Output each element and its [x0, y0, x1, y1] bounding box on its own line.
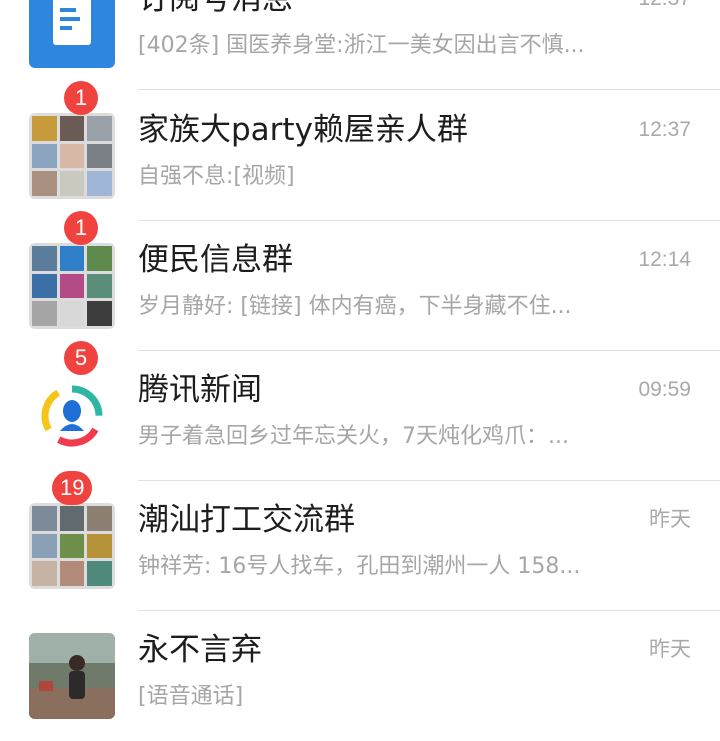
chat-title: 腾讯新闻: [138, 372, 262, 408]
document-icon: [53, 0, 91, 45]
chat-preview: [402条] 国医养身堂:浙江一美女因出言不慎...: [138, 33, 585, 58]
chat-time: 09:59: [638, 378, 691, 401]
divider: [138, 89, 720, 90]
chat-item-never-give-up[interactable]: 永不言弃 [语音通话] 昨天: [0, 611, 720, 741]
chat-item-tencent-news[interactable]: 5 腾讯新闻 男子着急回乡过年忘关火，7天炖化鸡爪：... 09:59: [0, 341, 720, 481]
chat-preview: 自强不息:[视频]: [138, 164, 295, 189]
chat-title: 便民信息群: [138, 242, 293, 278]
chat-time: 12:37: [638, 0, 691, 14]
chat-item-family-group[interactable]: 1 家族大party赖屋亲人群 自强不息:[视频] 12:37: [0, 81, 720, 221]
chat-title: 家族大party赖屋亲人群: [138, 112, 468, 148]
person-photo-icon: [29, 633, 115, 719]
chat-title: 永不言弃: [138, 632, 262, 668]
group-avatar: [29, 113, 115, 199]
chat-item-community-info-group[interactable]: 1 便民信息群 岁月静好: [链接] 体内有癌，下半身藏不住... 12:14: [0, 211, 720, 351]
unread-badge: 19: [52, 471, 93, 505]
chat-list: 订阅号消息 [402条] 国医养身堂:浙江一美女因出言不慎... 12:37 1…: [0, 0, 720, 720]
chat-preview: 岁月静好: [链接] 体内有癌，下半身藏不住...: [138, 294, 572, 319]
chat-title: 潮汕打工交流群: [138, 502, 355, 538]
chat-item-subscriptions[interactable]: 订阅号消息 [402条] 国医养身堂:浙江一美女因出言不慎... 12:37: [0, 0, 720, 90]
chat-time: 12:37: [638, 118, 691, 141]
chat-time: 12:14: [638, 248, 691, 271]
photo-avatar: [29, 633, 115, 719]
tencent-news-logo-icon: [41, 385, 103, 447]
group-avatar: [29, 503, 115, 589]
tencent-news-avatar: [29, 373, 115, 459]
chat-title: 订阅号消息: [138, 0, 293, 20]
unread-badge: 1: [64, 211, 98, 245]
chat-preview: 钟祥芳: 16号人找车，孔田到潮州一人 158...: [138, 554, 581, 579]
chat-time: 昨天: [649, 508, 691, 531]
subscription-avatar: [29, 0, 115, 68]
chat-time: 昨天: [649, 638, 691, 661]
unread-badge: 1: [64, 81, 98, 115]
group-avatar: [29, 243, 115, 329]
unread-badge: 5: [64, 341, 98, 375]
chat-preview: [语音通话]: [138, 684, 244, 709]
chat-item-chaoshan-work-group[interactable]: 19 潮汕打工交流群 钟祥芳: 16号人找车，孔田到潮州一人 158... 昨天: [0, 471, 720, 611]
chat-preview: 男子着急回乡过年忘关火，7天炖化鸡爪：...: [138, 424, 569, 449]
